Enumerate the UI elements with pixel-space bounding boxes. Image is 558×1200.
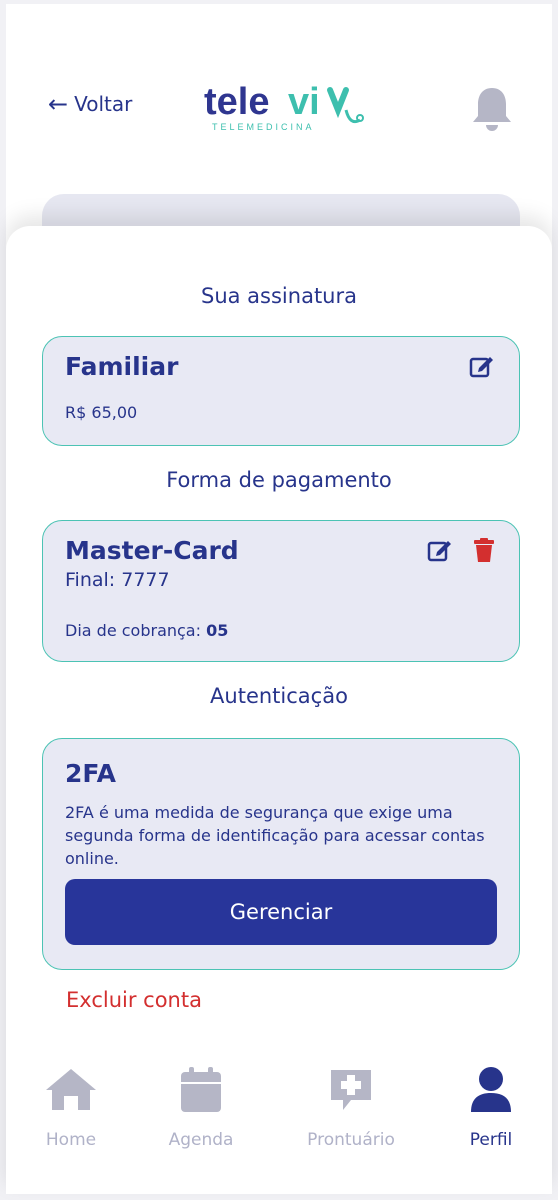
- home-icon: [46, 1069, 96, 1110]
- card-final: Final: 7777: [65, 569, 170, 591]
- user-icon: [471, 1067, 511, 1112]
- nav-label-home: Home: [45, 1130, 97, 1150]
- nav-label-agenda: Agenda: [168, 1130, 234, 1150]
- header: ← Voltar tele vi TELEMEDICINA: [6, 4, 552, 194]
- calendar-icon: [181, 1067, 221, 1112]
- card-brand: Master-Card: [65, 536, 239, 565]
- trash-icon[interactable]: [471, 537, 497, 563]
- edit-payment-icon[interactable]: [427, 537, 453, 563]
- subscription-section-title: Sua assinatura: [201, 284, 357, 308]
- logo-text-viv: vi: [288, 81, 320, 123]
- nav-prontuario[interactable]: Prontuário: [286, 1066, 416, 1176]
- logo-subtitle: TELEMEDICINA: [212, 122, 315, 132]
- plan-name: Familiar: [65, 352, 179, 381]
- profile-sheet: Sua assinatura Familiar R$ 65,00 Forma d…: [6, 226, 552, 1194]
- nav-label-perfil: Perfil: [469, 1130, 513, 1150]
- bell-icon[interactable]: [470, 84, 514, 132]
- payment-section-title: Forma de pagamento: [166, 468, 392, 492]
- twofa-card: 2FA 2FA é uma medida de segurança que ex…: [42, 738, 520, 970]
- twofa-description: 2FA é uma medida de segurança que exige …: [65, 803, 485, 868]
- billing-day-label: Dia de cobrança:: [65, 621, 207, 640]
- arrow-left-icon: ←: [48, 90, 69, 118]
- televiv-logo: tele vi TELEMEDICINA: [204, 81, 364, 132]
- payment-card: Master-Card Final: 7777 Dia de cobrança:…: [42, 520, 520, 662]
- billing-day: Dia de cobrança: 05: [65, 621, 228, 640]
- back-button[interactable]: ← Voltar: [48, 92, 132, 116]
- edit-subscription-icon[interactable]: [469, 353, 495, 379]
- bottom-nav: Home Agenda Prontuário Perfil: [6, 1066, 552, 1194]
- twofa-title: 2FA: [65, 759, 116, 788]
- delete-account-link[interactable]: Excluir conta: [66, 988, 202, 1012]
- nav-agenda[interactable]: Agenda: [136, 1066, 266, 1176]
- manage-button[interactable]: Gerenciar: [65, 879, 497, 945]
- auth-section-title: Autenticação: [210, 684, 348, 708]
- plan-price: R$ 65,00: [65, 403, 138, 422]
- back-label: Voltar: [74, 92, 133, 116]
- nav-home[interactable]: Home: [6, 1066, 136, 1176]
- nav-label-prontuario: Prontuário: [307, 1130, 395, 1150]
- subscription-card: Familiar R$ 65,00: [42, 336, 520, 446]
- medical-record-icon: [331, 1070, 371, 1110]
- nav-perfil[interactable]: Perfil: [426, 1066, 556, 1176]
- profile-screen: ← Voltar tele vi TELEMEDICINA Sua assina…: [6, 4, 552, 1194]
- logo-text-tele: tele: [204, 81, 269, 123]
- logo-v-mark: [327, 87, 349, 119]
- billing-day-value: 05: [206, 621, 229, 640]
